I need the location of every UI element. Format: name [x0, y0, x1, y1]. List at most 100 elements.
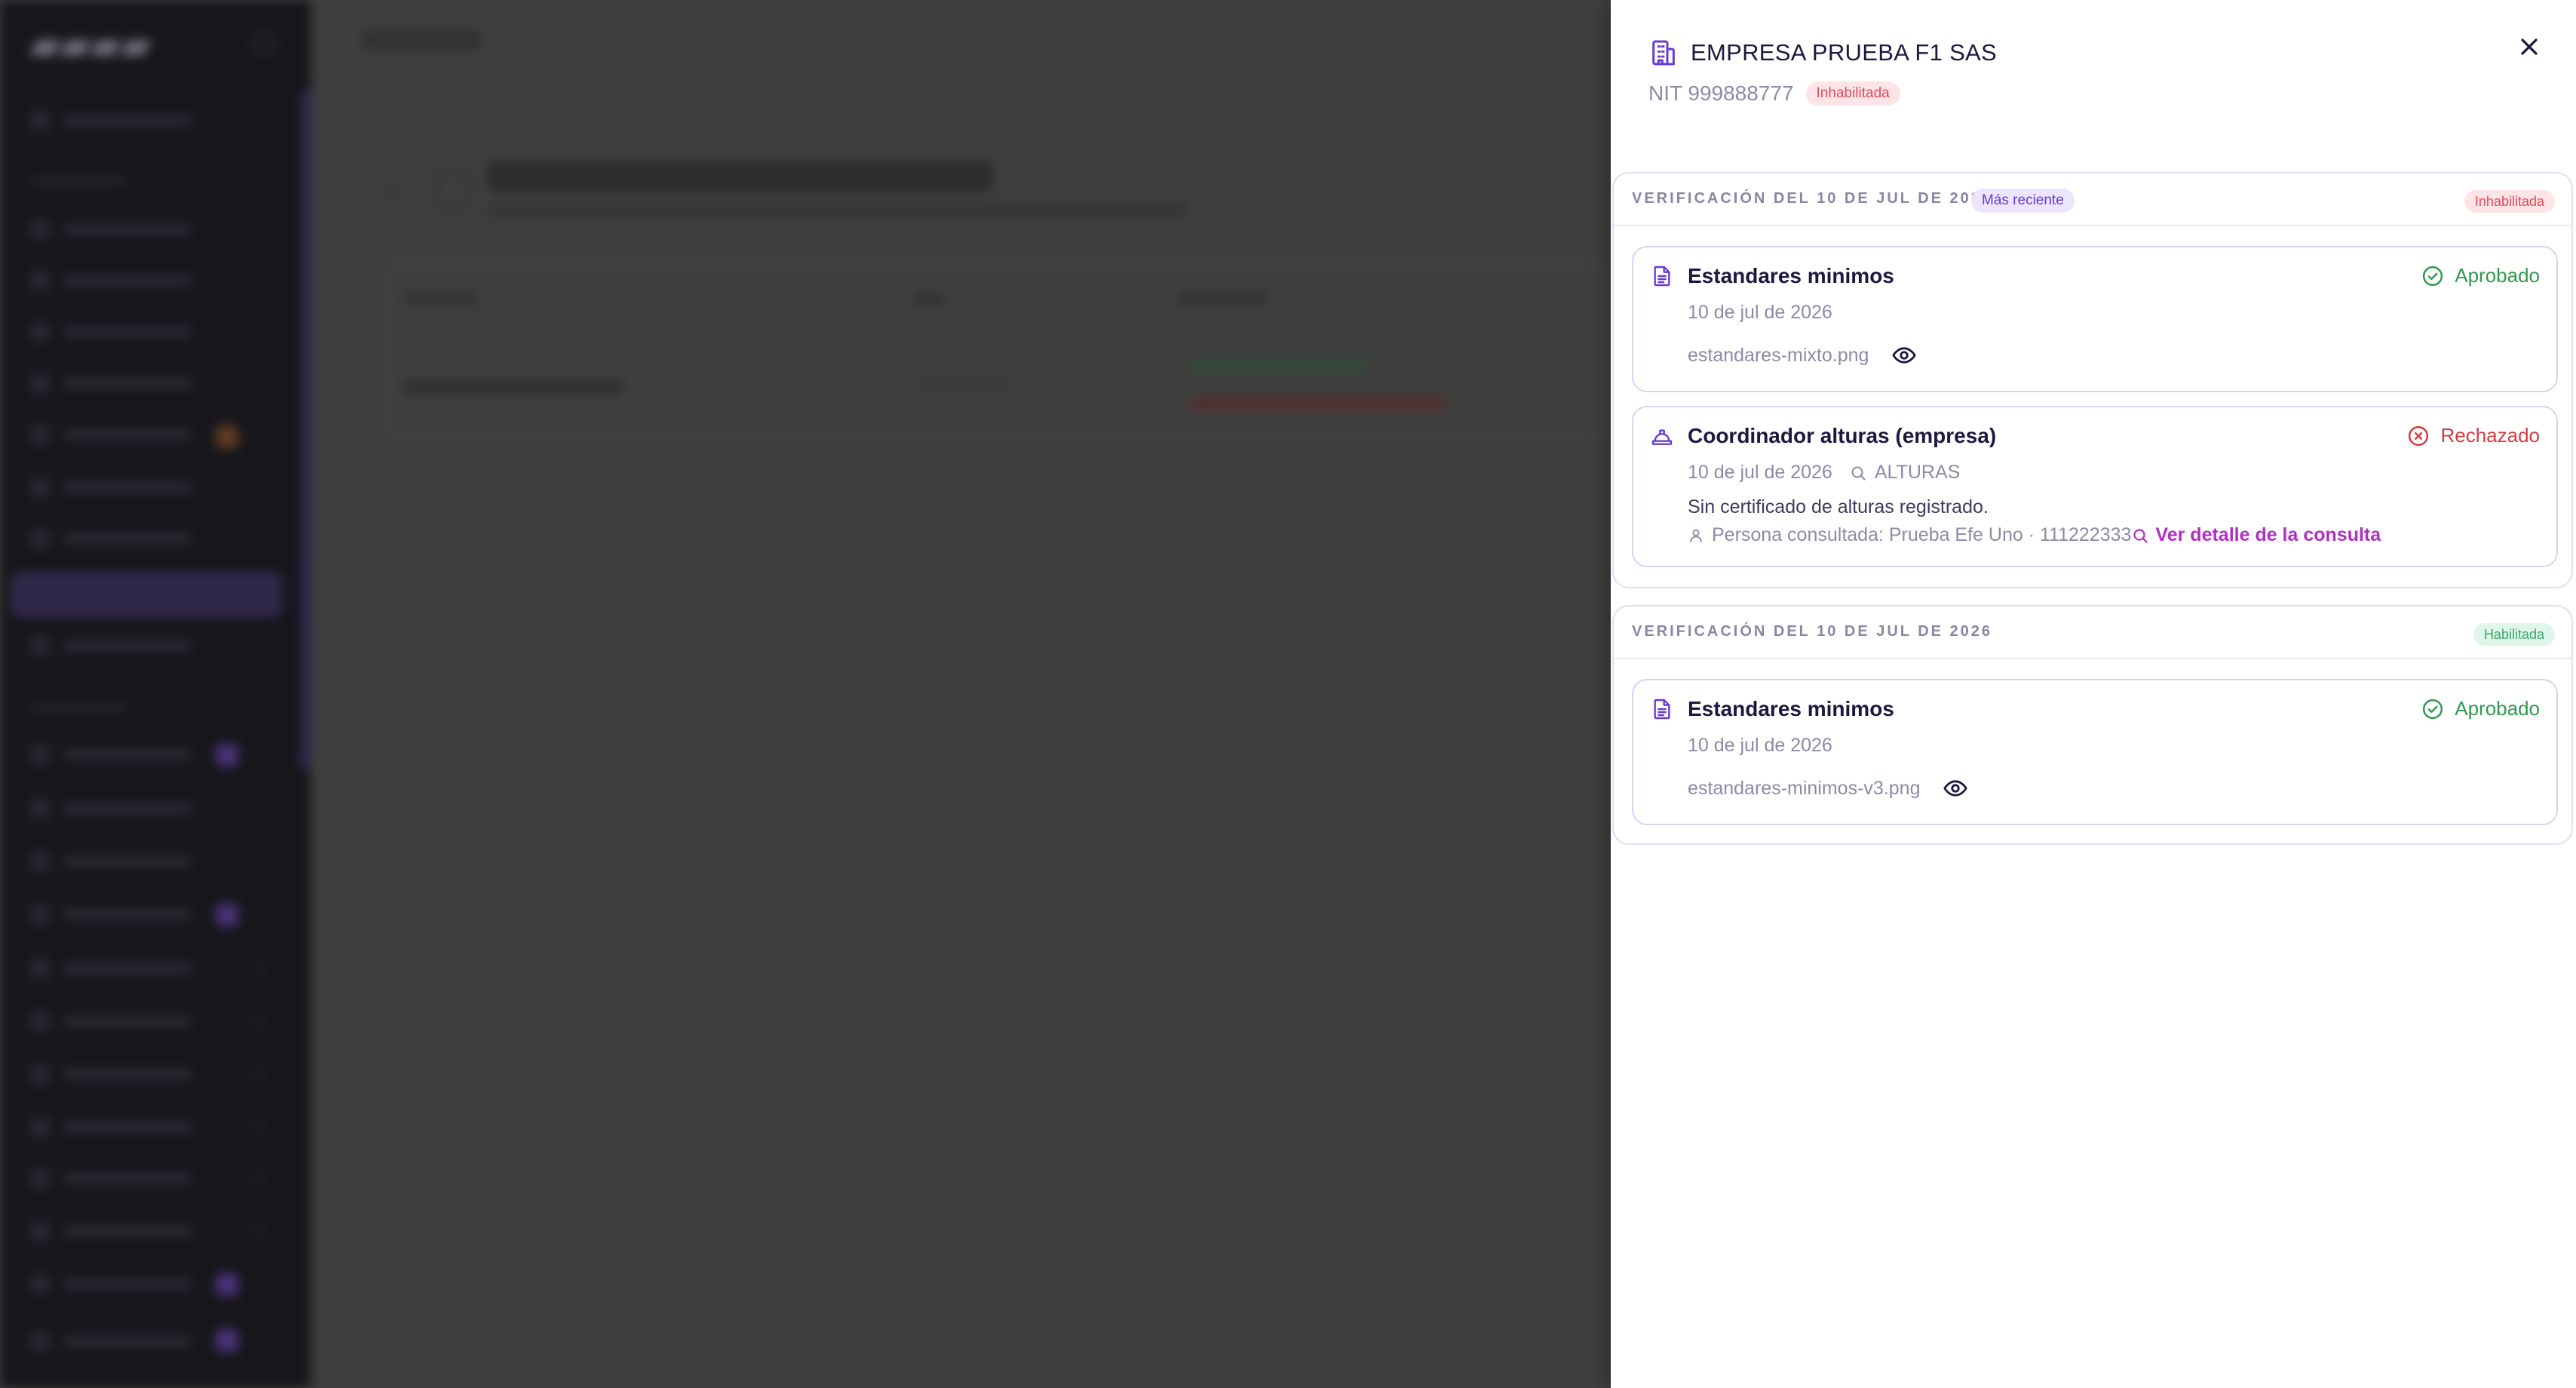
- sidebar-item: [30, 106, 192, 136]
- requirement-title: Coordinador alturas (empresa): [1688, 424, 1997, 447]
- status-label: Aprobado: [2455, 264, 2540, 287]
- sidebar-item: [30, 1269, 192, 1299]
- sidebar-item: [30, 953, 192, 984]
- status-label: Rechazado: [2440, 424, 2540, 447]
- page-title: [487, 161, 992, 192]
- sidebar-item: [30, 317, 192, 347]
- table-cell: [1190, 397, 1446, 410]
- sidebar-item: [30, 368, 192, 398]
- sidebar-badge: [216, 904, 238, 926]
- verification-group: VERIFICACIÓN DEL 10 DE JUL DE 2026 Habil…: [1612, 605, 2573, 845]
- view-query-detail-link[interactable]: Ver detalle de la consulta: [2131, 524, 2381, 546]
- search-icon: [1851, 466, 1866, 480]
- sidebar-item: [30, 631, 192, 661]
- eye-icon[interactable]: [1891, 342, 1917, 368]
- requirement-card: Estandares minimos Aprobado 10 de jul de…: [1632, 679, 2558, 825]
- requirement-date: 10 de jul de 2026: [1688, 302, 1832, 323]
- sidebar-item: [30, 1112, 192, 1142]
- verification-title: VERIFICACIÓN DEL 10 DE JUL DE 2026: [1632, 190, 1993, 207]
- sidebar-item: [30, 739, 192, 769]
- sidebar-item: [30, 1163, 192, 1193]
- sidebar-item: [30, 899, 192, 929]
- sidebar-section: [30, 178, 128, 186]
- consulted-person-row: Persona consultada: Prueba Efe Uno · 111…: [1688, 524, 2381, 546]
- table: [389, 264, 1611, 438]
- close-icon[interactable]: [2516, 33, 2543, 60]
- verification-status-badge: Habilitada: [2473, 623, 2555, 646]
- sidebar-item: [30, 1326, 192, 1356]
- sidebar-badge: [216, 1329, 238, 1352]
- sidebar-item: [30, 472, 192, 502]
- background-app: ▰▰▰▰: [0, 0, 1611, 1388]
- query-type-label: ALTURAS: [1874, 462, 1961, 483]
- sidebar-item: [30, 419, 192, 450]
- query-type: ALTURAS: [1849, 462, 1960, 484]
- verification-title: VERIFICACIÓN DEL 10 DE JUL DE 2026: [1632, 623, 1993, 640]
- hard-hat-icon: [1651, 429, 1673, 445]
- table-cell: [404, 380, 623, 394]
- requirement-date: 10 de jul de 2026: [1688, 735, 1832, 756]
- requirement-card: Estandares minimos Aprobado 10 de jul de…: [1632, 246, 2558, 392]
- sidebar-item: [30, 524, 192, 554]
- most-recent-badge: Más reciente: [1971, 189, 2075, 213]
- document-icon: [1654, 266, 1670, 287]
- check-circle-icon: [2423, 266, 2443, 286]
- sidebar-scrollbar: [300, 91, 311, 769]
- eye-icon[interactable]: [1943, 775, 1968, 801]
- app-logo: ▰▰▰▰: [30, 23, 151, 67]
- table-cell: [1190, 359, 1368, 373]
- consulted-person: Persona consultada: Prueba Efe Uno · 111…: [1712, 524, 2132, 545]
- attachment-row: estandares-mixto.png: [1688, 342, 1917, 368]
- sidebar-item: [30, 266, 192, 296]
- status-rejected: Rechazado: [2407, 424, 2540, 447]
- user-icon: [1690, 529, 1702, 542]
- sidebar-item: [30, 214, 192, 244]
- sidebar-item: [30, 794, 192, 824]
- attachment-filename: estandares-mixto.png: [1688, 344, 1869, 366]
- nit-row: NIT 999888777 Inhabilitada: [1648, 81, 1900, 106]
- status-approved: Aprobado: [2421, 697, 2540, 720]
- sidebar-item: [30, 1216, 192, 1246]
- verification-group: VERIFICACIÓN DEL 10 DE JUL DE 2026 Más r…: [1612, 172, 2573, 588]
- table-header-cell: [1178, 293, 1267, 305]
- divider: [311, 75, 1611, 77]
- requirement-title: Estandares minimos: [1688, 697, 1894, 720]
- sidebar-item: [30, 1006, 192, 1036]
- sidebar-badge: [216, 425, 238, 448]
- x-circle-icon: [2409, 425, 2429, 446]
- company-name: EMPRESA PRUEBA F1 SAS: [1691, 39, 1997, 66]
- page-icon: [433, 172, 471, 210]
- sidebar-collapse-icon: [253, 32, 274, 53]
- breadcrumb: [362, 30, 483, 50]
- sidebar-item: [30, 846, 192, 877]
- sidebar-badge: [216, 744, 238, 766]
- sidebar-item-active: [11, 572, 282, 617]
- verification-status-badge: Inhabilitada: [2464, 190, 2555, 213]
- page-subtitle: [487, 202, 1188, 217]
- status-label: Aprobado: [2455, 697, 2540, 720]
- search-icon: [2133, 528, 2148, 543]
- verification-group-header: VERIFICACIÓN DEL 10 DE JUL DE 2026 Habil…: [1614, 606, 2571, 659]
- rejection-note: Sin certificado de alturas registrado.: [1688, 496, 1989, 517]
- check-circle-icon: [2423, 699, 2443, 719]
- requirement-title: Estandares minimos: [1688, 264, 1894, 287]
- requirement-card: Coordinador alturas (empresa) Rechazado …: [1632, 406, 2558, 567]
- sidebar-badge: [216, 1273, 238, 1296]
- company-detail-drawer: EMPRESA PRUEBA F1 SAS NIT 999888777 Inha…: [1611, 0, 2576, 1388]
- verification-group-header: VERIFICACIÓN DEL 10 DE JUL DE 2026 Más r…: [1614, 174, 2571, 226]
- attachment-row: estandares-minimos-v3.png: [1688, 775, 1968, 801]
- view-query-detail-label: Ver detalle de la consulta: [2155, 524, 2381, 545]
- table-cell: [917, 380, 1010, 394]
- requirement-date: 10 de jul de 2026: [1688, 462, 1832, 483]
- sidebar-item: [30, 1059, 192, 1089]
- table-header-cell: [914, 293, 944, 305]
- requirement-meta: 10 de jul de 2026 ALTURAS: [1688, 462, 1960, 484]
- company-status-badge: Inhabilitada: [1805, 81, 1900, 106]
- table-header-cell: [404, 293, 477, 305]
- status-approved: Aprobado: [2421, 264, 2540, 287]
- building-icon: [1652, 40, 1675, 66]
- company-nit: NIT 999888777: [1648, 81, 1794, 105]
- document-icon: [1654, 699, 1670, 720]
- attachment-filename: estandares-minimos-v3.png: [1688, 777, 1921, 799]
- sidebar-section: [30, 703, 128, 711]
